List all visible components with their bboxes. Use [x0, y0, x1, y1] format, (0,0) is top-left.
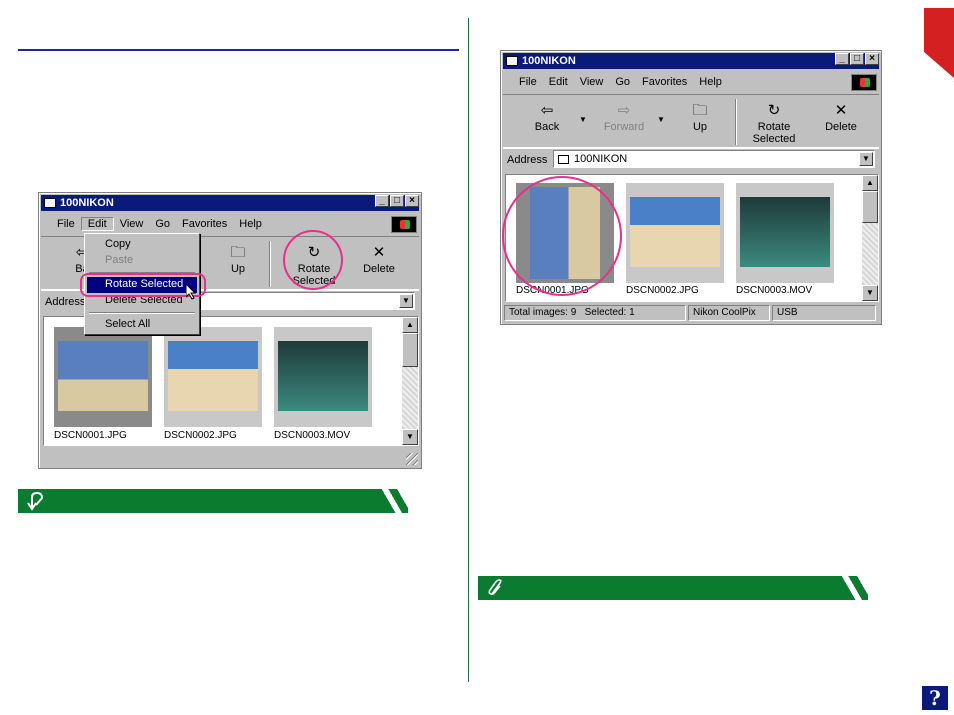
mouse-cursor-icon: [186, 284, 197, 300]
scroll-down-button[interactable]: ▼: [402, 429, 418, 445]
corner-tab-icon: [924, 8, 954, 82]
thumbnail-3[interactable]: [736, 183, 834, 283]
maximize-button[interactable]: □: [850, 53, 864, 65]
scroll-thumb[interactable]: [862, 191, 878, 223]
back-dropdown-icon[interactable]: ▼: [579, 115, 587, 124]
up-button[interactable]: 🗀 Up: [223, 244, 253, 276]
file-view: DSCN0001.JPG DSCN0002.JPG DSCN0003.MOV ▲…: [43, 316, 419, 446]
menu-item-select-all[interactable]: Select All: [105, 318, 150, 330]
thumbnail-2[interactable]: [164, 327, 262, 427]
vertical-scrollbar[interactable]: ▲ ▼: [402, 317, 418, 445]
note-banner: [478, 576, 868, 600]
minimize-button[interactable]: _: [835, 53, 849, 65]
close-button[interactable]: ×: [865, 53, 879, 65]
file-label: DSCN0002.JPG: [626, 285, 699, 296]
address-field[interactable]: 100NIKON ▼: [553, 150, 875, 168]
forward-dropdown-icon[interactable]: ▼: [657, 115, 665, 124]
dolphins-photo: [740, 197, 830, 267]
menu-file[interactable]: File: [513, 76, 543, 88]
scroll-thumb[interactable]: [402, 333, 418, 367]
scroll-down-button[interactable]: ▼: [862, 285, 878, 301]
menu-separator: [89, 312, 195, 314]
status-bar: Total images: 9 Selected: 1 Nikon CoolPi…: [504, 305, 878, 323]
scroll-up-button[interactable]: ▲: [402, 317, 418, 333]
folder-icon: [506, 56, 518, 66]
highlight-circle: [283, 230, 343, 290]
menu-go[interactable]: Go: [609, 76, 636, 88]
forward-arrow-icon: ⇨: [617, 102, 631, 119]
close-button[interactable]: ×: [405, 195, 419, 207]
chevron-down-icon[interactable]: ▼: [399, 294, 413, 308]
menu-go[interactable]: Go: [149, 218, 176, 230]
menu-help[interactable]: Help: [233, 218, 268, 230]
dolphins-photo: [278, 341, 368, 411]
tip-icon: [27, 491, 44, 511]
menu-favorites[interactable]: Favorites: [176, 218, 233, 230]
windows-logo-icon: [391, 216, 417, 233]
rotate-icon: ↻: [767, 102, 781, 119]
highlight-circle: [502, 176, 622, 296]
paperclip-icon: [488, 579, 502, 596]
minimize-button[interactable]: _: [375, 195, 389, 207]
folder-icon: [44, 198, 56, 208]
column-divider: [468, 18, 469, 682]
status-connection: USB: [772, 305, 876, 321]
folder-icon: [558, 154, 569, 164]
rotate-selected-button[interactable]: ↻ Rotate Selected: [749, 102, 799, 146]
forward-button[interactable]: ⇨ Forward: [603, 102, 645, 134]
title-bar: 100NIKON: [503, 53, 879, 69]
title-bar: 100NIKON: [41, 195, 419, 211]
menu-view[interactable]: View: [114, 218, 150, 230]
thumbnail-2[interactable]: [626, 183, 724, 283]
up-button[interactable]: 🗀 Up: [685, 102, 715, 134]
menu-view[interactable]: View: [574, 76, 610, 88]
delete-button[interactable]: ✕ Delete: [359, 244, 399, 276]
menu-bar: File Edit View Go Favorites Help: [503, 73, 879, 91]
back-button[interactable]: ⇦ Back: [529, 102, 565, 134]
toolbar: ⇦ Back ▼ ⇨ Forward ▼ 🗀 Up ↻ Rotate Selected ✕…: [503, 94, 879, 148]
help-button[interactable]: ?: [922, 686, 948, 710]
beach-family-photo: [630, 197, 720, 267]
toolbar-separator: [735, 99, 737, 145]
window-title: 100NIKON: [60, 197, 114, 209]
window-controls: _ □ ×: [835, 53, 879, 65]
menu-bar: File Edit View Go Favorites Help: [41, 215, 419, 233]
up-folder-icon: 🗀: [692, 102, 708, 119]
status-total: Total images: 9 Selected: 1: [504, 305, 686, 321]
up-folder-icon: 🗀: [230, 244, 246, 261]
help-question-icon: ?: [929, 686, 941, 710]
menu-file[interactable]: File: [51, 218, 81, 230]
menu-help[interactable]: Help: [693, 76, 728, 88]
file-label: DSCN0003.MOV: [274, 430, 351, 441]
menu-item-paste[interactable]: Paste: [105, 254, 133, 266]
beach-family-photo: [168, 341, 258, 411]
delete-button[interactable]: ✕ Delete: [821, 102, 861, 134]
resize-grip-icon[interactable]: [406, 453, 418, 465]
menu-edit[interactable]: Edit: [80, 217, 114, 231]
back-arrow-icon: ⇦: [540, 102, 554, 119]
scroll-up-button[interactable]: ▲: [862, 175, 878, 191]
menu-edit[interactable]: Edit: [543, 76, 574, 88]
menu-favorites[interactable]: Favorites: [636, 76, 693, 88]
section-rule: [18, 49, 459, 51]
menu-item-copy[interactable]: Copy: [105, 238, 131, 250]
file-label: DSCN0001.JPG: [54, 430, 127, 441]
beach-kids-photo: [58, 341, 148, 411]
vertical-scrollbar[interactable]: ▲ ▼: [862, 175, 878, 301]
file-label: DSCN0003.MOV: [736, 285, 813, 296]
delete-x-icon: ✕: [372, 244, 386, 261]
status-camera: Nikon CoolPix: [688, 305, 770, 321]
windows-logo-icon: [851, 74, 877, 91]
thumbnail-1[interactable]: [54, 327, 152, 427]
address-value: 100NIKON: [574, 153, 628, 165]
toolbar-separator: [269, 241, 271, 287]
delete-x-icon: ✕: [834, 102, 848, 119]
window-controls: _ □ ×: [375, 195, 419, 207]
chevron-down-icon[interactable]: ▼: [859, 152, 873, 166]
tip-banner: [18, 489, 408, 513]
thumbnail-3[interactable]: [274, 327, 372, 427]
maximize-button[interactable]: □: [390, 195, 404, 207]
file-label: DSCN0002.JPG: [164, 430, 237, 441]
window-title: 100NIKON: [522, 55, 576, 67]
